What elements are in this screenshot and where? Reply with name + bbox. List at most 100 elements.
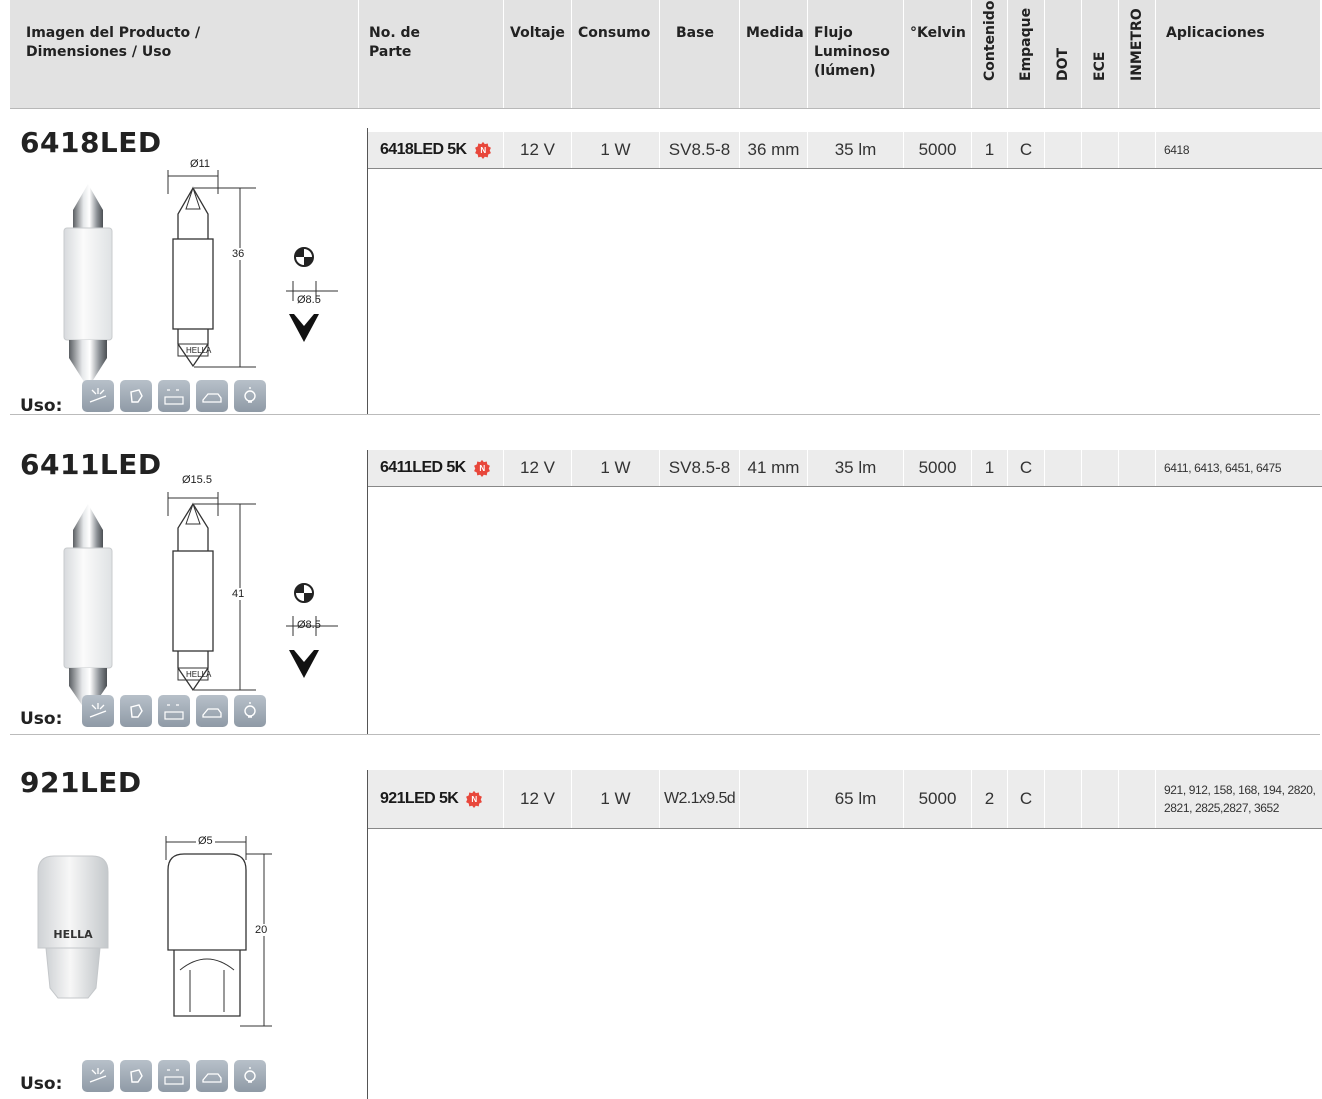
apps-cell: 6418 — [1155, 132, 1322, 168]
header-inmetro-label: INMETRO — [1129, 8, 1145, 81]
section-divider-line — [367, 450, 368, 734]
flux-cell: 35 lm — [807, 132, 903, 168]
header-consumption: Consumo — [571, 0, 659, 108]
header-base-label: Base — [676, 25, 714, 41]
consumption-cell: 1 W — [571, 770, 659, 828]
header-dot: DOT — [1044, 0, 1081, 108]
dot-cell — [1044, 770, 1081, 828]
voltage-cell: 12 V — [503, 770, 571, 828]
part-number-cell: 6411LED 5K N — [368, 450, 503, 486]
ece-cell — [1081, 132, 1118, 168]
bulb-icon — [234, 380, 266, 412]
header-image: Imagen del Producto / Dimensiones / Uso — [10, 0, 357, 108]
interior-light-icon — [82, 380, 114, 412]
product-section-6411: 6411LED Ø15.5 41 Ø8.5 HELLA 6411LED 5K N — [10, 414, 1322, 734]
header-dot-label: DOT — [1055, 47, 1071, 81]
section-separator — [10, 734, 1320, 735]
inmetro-cell — [1118, 450, 1155, 486]
header-size: Medida — [739, 0, 807, 108]
license-plate-light-icon — [158, 380, 190, 412]
header-package-label: Empaque — [1018, 7, 1034, 81]
dimension-drawing — [167, 170, 338, 368]
apps-text-line2: 2821, 2825,2827, 3652 — [1164, 801, 1280, 815]
header-ece: ECE — [1081, 0, 1118, 108]
festoon-bulb-photo — [63, 184, 113, 388]
inmetro-cell — [1118, 770, 1155, 828]
header-content: Contenido — [971, 0, 1007, 108]
usage-icons — [82, 380, 266, 412]
voltage-cell: 12 V — [503, 450, 571, 486]
kelvin-cell: 5000 — [903, 450, 971, 486]
apps-text-line1: 921, 912, 158, 168, 194, 2820, — [1164, 783, 1316, 797]
uso-label: Uso: — [20, 1074, 63, 1094]
license-plate-light-icon — [158, 1060, 190, 1092]
voltage-cell: 12 V — [503, 132, 571, 168]
content-cell: 1 — [971, 132, 1007, 168]
header-image-line1: Imagen del Producto / — [26, 25, 201, 41]
part-number: 6418LED 5K — [380, 141, 467, 158]
new-badge-icon: N — [474, 141, 491, 159]
table-row: 6418LED 5K N 12 V 1 W SV8.5-8 36 mm 35 l… — [368, 132, 1322, 169]
product-title: 6418LED — [20, 126, 162, 159]
apps-cell: 921, 912, 158, 168, 194, 2820, 2821, 282… — [1155, 770, 1322, 828]
festoon-bulb-photo — [63, 504, 113, 714]
header-size-label: Medida — [746, 25, 804, 41]
package-cell: C — [1007, 450, 1044, 486]
usage-icons — [82, 695, 266, 727]
size-cell: 36 mm — [739, 132, 807, 168]
table-header: Imagen del Producto / Dimensiones / Uso … — [10, 0, 1320, 109]
kelvin-cell: 5000 — [903, 770, 971, 828]
header-inmetro: INMETRO — [1118, 0, 1155, 108]
trunk-light-icon — [196, 380, 228, 412]
new-badge-icon: N — [473, 459, 490, 477]
product-section-921: 921LED HELLA Ø5 20 921LED 5K N 12 V 1 W … — [10, 734, 1322, 1099]
header-kelvin-label: °Kelvin — [910, 25, 966, 41]
wedge-bulb-photo: HELLA — [37, 855, 109, 999]
kelvin-cell: 5000 — [903, 132, 971, 168]
base-cell: W2.1x9.5d — [659, 770, 739, 828]
content-cell: 1 — [971, 450, 1007, 486]
base-cell: SV8.5-8 — [659, 132, 739, 168]
section-separator — [10, 414, 1320, 415]
header-flux: Flujo Luminoso (lúmen) — [807, 0, 903, 108]
part-number-cell: 6418LED 5K N — [368, 132, 503, 168]
drawing-brand-label: HELLA — [186, 670, 212, 679]
apps-text: 6411, 6413, 6451, 6475 — [1164, 461, 1282, 475]
header-kelvin: °Kelvin — [903, 0, 971, 108]
size-cell — [739, 770, 807, 828]
size-cell: 41 mm — [739, 450, 807, 486]
dim-base-label: Ø8.5 — [297, 619, 321, 631]
header-flux-line2: Luminoso — [814, 44, 890, 60]
header-consumption-label: Consumo — [578, 25, 651, 41]
flux-cell: 65 lm — [807, 770, 903, 828]
header-base: Base — [659, 0, 739, 108]
dim-base-label: Ø8.5 — [297, 294, 321, 306]
part-number: 921LED 5K — [380, 790, 459, 807]
consumption-cell: 1 W — [571, 450, 659, 486]
map-light-icon — [120, 695, 152, 727]
header-part: No. de Parte — [358, 0, 503, 108]
bulb-icon — [234, 1060, 266, 1092]
dim-length-label: 20 — [255, 924, 268, 936]
svg-text:N: N — [479, 464, 485, 473]
header-part-line2: Parte — [369, 44, 412, 60]
license-plate-light-icon — [158, 695, 190, 727]
table-row: 921LED 5K N 12 V 1 W W2.1x9.5d 65 lm 500… — [368, 770, 1322, 829]
interior-light-icon — [82, 1060, 114, 1092]
interior-light-icon — [82, 695, 114, 727]
header-content-label: Contenido — [981, 0, 998, 81]
dot-cell — [1044, 132, 1081, 168]
ece-cell — [1081, 450, 1118, 486]
svg-text:N: N — [480, 146, 486, 155]
usage-icons — [82, 1060, 266, 1092]
product-section-6418: 6418LED Ø11 36 Ø8.5 HELLA 6418LED 5K N 1… — [10, 108, 1322, 416]
product-title: 921LED — [20, 766, 142, 799]
trunk-light-icon — [196, 1060, 228, 1092]
header-package: Empaque — [1007, 0, 1044, 108]
header-ece-label: ECE — [1092, 51, 1108, 81]
dim-length-label: 41 — [232, 588, 245, 600]
dim-length-label: 36 — [232, 248, 245, 260]
dim-width-label: Ø15.5 — [180, 474, 214, 486]
consumption-cell: 1 W — [571, 132, 659, 168]
dot-cell — [1044, 450, 1081, 486]
